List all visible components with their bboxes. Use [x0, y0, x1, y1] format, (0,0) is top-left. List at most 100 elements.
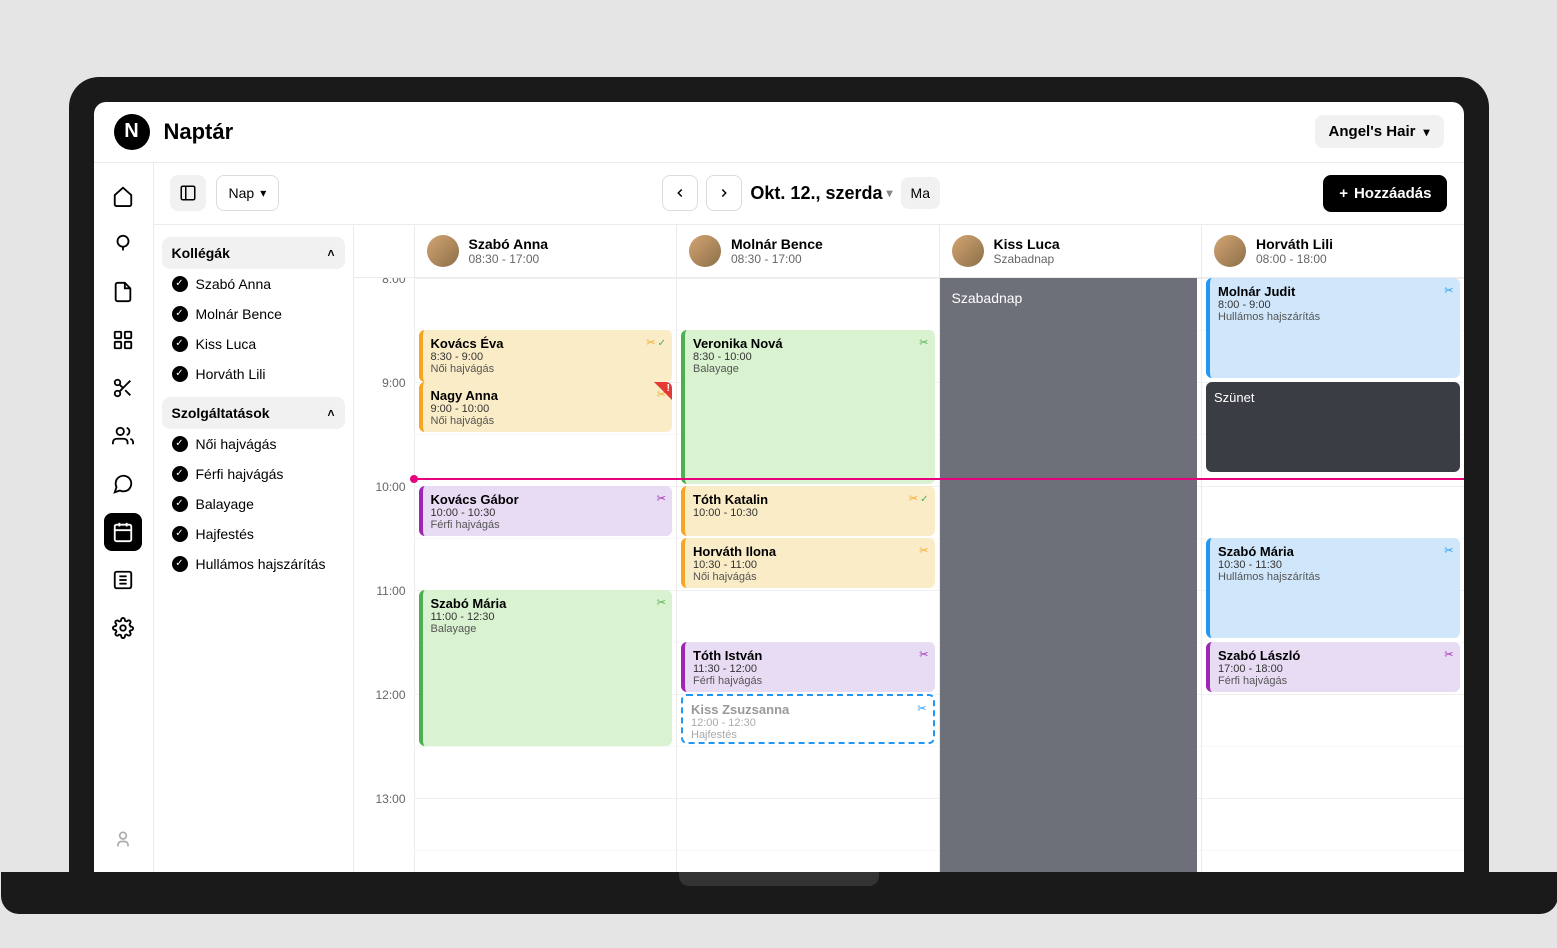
filter-item[interactable]: ✓ Női hajvágás — [162, 429, 345, 459]
appointment[interactable]: ✂Szabó László17:00 - 18:00Férfi hajvágás — [1206, 642, 1460, 692]
appointment-time: 9:00 - 10:00 — [431, 403, 665, 415]
filter-item[interactable]: ✓Balayage — [162, 489, 345, 519]
nav-scissors-icon[interactable] — [104, 369, 142, 407]
filter-item[interactable]: ✓Molnár Bence — [162, 299, 345, 329]
appointment-service: Női hajvágás — [431, 363, 665, 375]
scissors-icon: ✂ — [657, 492, 666, 505]
staff-header[interactable]: Kiss LucaSzabadnap — [939, 225, 1202, 277]
filter-label: Hullámos hajszárítás — [196, 556, 326, 572]
filter-label: Horváth Lili — [196, 366, 266, 382]
appointment[interactable]: ✂Molnár Judit8:00 - 9:00Hullámos hajszár… — [1206, 278, 1460, 378]
chevron-up-icon: ˄ — [327, 406, 334, 420]
appointment-time: 10:00 - 10:30 — [693, 507, 927, 519]
today-button[interactable]: Ma — [901, 177, 940, 209]
nav-calendar-icon[interactable] — [104, 513, 142, 551]
filter-item[interactable]: ✓ Férfi hajvágás — [162, 459, 345, 489]
prev-day-button[interactable] — [662, 175, 698, 211]
date-picker[interactable]: Okt. 12., szerda ▾ — [750, 183, 892, 204]
salon-selector[interactable]: Angel's Hair ▾ — [1315, 115, 1444, 148]
check-icon: ✓ — [172, 466, 188, 482]
chevron-down-icon: ▾ — [260, 186, 266, 200]
appointment-service: Balayage — [431, 623, 665, 635]
filter-item[interactable]: ✓Hajfestés — [162, 519, 345, 549]
staff-header[interactable]: Molnár Bence08:30 - 17:00 — [676, 225, 939, 277]
add-button[interactable]: + Hozzáadás — [1323, 175, 1447, 212]
appointment-service: Hullámos hajszárítás — [1218, 571, 1452, 583]
page-title: Naptár — [164, 119, 234, 145]
break-block[interactable]: Szünet — [1206, 382, 1460, 472]
appointment[interactable]: ✂✓Tóth Katalin10:00 - 10:30 — [681, 486, 935, 536]
nav-balloon-icon[interactable] — [104, 225, 142, 263]
appointment-client: Tóth Katalin — [693, 492, 927, 507]
appointment-time: 12:00 - 12:30 — [691, 717, 925, 729]
appointment[interactable]: ✂Nagy Anna9:00 - 10:00Női hajvágás — [419, 382, 673, 432]
scissors-icon: ✂ — [919, 336, 928, 349]
appointment-service: Női hajvágás — [431, 415, 665, 427]
hour-label: 8:00 — [382, 278, 405, 286]
view-label: Nap — [229, 185, 255, 201]
next-day-button[interactable] — [706, 175, 742, 211]
filter-label: Női hajvágás — [196, 436, 277, 452]
nav-grid-icon[interactable] — [104, 321, 142, 359]
appointment[interactable]: ✂Szabó Mária11:00 - 12:30Balayage — [419, 590, 673, 746]
staff-header[interactable]: Szabó Anna08:30 - 17:00 — [414, 225, 677, 277]
nav-chat-icon[interactable] — [104, 465, 142, 503]
nav-users-icon[interactable] — [104, 417, 142, 455]
calendar-column[interactable]: ✂Molnár Judit8:00 - 9:00Hullámos hajszár… — [1201, 278, 1464, 872]
filter-item[interactable]: ✓Szabó Anna — [162, 269, 345, 299]
appointment-client: Kiss Zsuzsanna — [691, 702, 925, 717]
calendar-column[interactable]: Szabadnap — [939, 278, 1202, 872]
nav-list-icon[interactable] — [104, 561, 142, 599]
nav-document-icon[interactable] — [104, 273, 142, 311]
filter-label: Kiss Luca — [196, 336, 257, 352]
calendar-column[interactable]: ✂✓Kovács Éva8:30 - 9:00Női hajvágás✂Nagy… — [414, 278, 677, 872]
plus-icon: + — [1339, 185, 1348, 202]
colleagues-toggle[interactable]: Kollégák ˄ — [162, 237, 345, 269]
check-icon: ✓ — [172, 436, 188, 452]
hour-label: 9:00 — [382, 376, 405, 390]
filter-item[interactable]: ✓Kiss Luca — [162, 329, 345, 359]
nav-profile-icon[interactable] — [104, 820, 142, 858]
appointment-time: 11:00 - 12:30 — [431, 611, 665, 623]
filter-item[interactable]: ✓Hullámos hajszárítás — [162, 549, 345, 579]
appointment-client: Kovács Éva — [431, 336, 665, 351]
calendar-column[interactable]: ✂Veronika Nová8:30 - 10:00Balayage✂✓Tóth… — [676, 278, 939, 872]
appointment[interactable]: ✂Tóth István11:30 - 12:00Férfi hajvágás — [681, 642, 935, 692]
staff-header[interactable]: Horváth Lili08:00 - 18:00 — [1201, 225, 1464, 277]
services-header: Szolgáltatások — [172, 405, 270, 421]
appointment-time: 8:30 - 9:00 — [431, 351, 665, 363]
appointment-time: 8:30 - 10:00 — [693, 351, 927, 363]
scissors-icon: ✂ — [657, 596, 666, 609]
nav-settings-icon[interactable] — [104, 609, 142, 647]
check-icon: ✓ — [172, 526, 188, 542]
chevron-down-icon: ▾ — [887, 186, 893, 200]
appointment[interactable]: ✂Veronika Nová8:30 - 10:00Balayage — [681, 330, 935, 484]
hour-label: 12:00 — [375, 688, 405, 702]
nav-home-icon[interactable] — [104, 177, 142, 215]
staff-hours: Szabadnap — [994, 252, 1060, 266]
staff-name: Molnár Bence — [731, 236, 823, 252]
colleagues-header: Kollégák — [172, 245, 230, 261]
staff-name: Szabó Anna — [469, 236, 549, 252]
appointment-client: Horváth Ilona — [693, 544, 927, 559]
services-toggle[interactable]: Szolgáltatások ˄ — [162, 397, 345, 429]
appointment[interactable]: ✂✓Kovács Éva8:30 - 9:00Női hajvágás — [419, 330, 673, 382]
scissors-icon: ✂✓ — [646, 336, 666, 349]
filter-item[interactable]: ✓Horváth Lili — [162, 359, 345, 389]
appointment-time: 11:30 - 12:00 — [693, 663, 927, 675]
appointment-time: 10:30 - 11:30 — [1218, 559, 1452, 571]
appointment[interactable]: ✂Szabó Mária10:30 - 11:30Hullámos hajszá… — [1206, 538, 1460, 638]
scissors-icon: ✂ — [1444, 284, 1453, 297]
appointment-client: Szabó Mária — [431, 596, 665, 611]
staff-name: Horváth Lili — [1256, 236, 1333, 252]
view-selector[interactable]: Nap ▾ — [216, 175, 280, 211]
appointment[interactable]: ✂Kovács Gábor10:00 - 10:30Férfi hajvágás — [419, 486, 673, 536]
appointment[interactable]: ✂Horváth Ilona10:30 - 11:00Női hajvágás — [681, 538, 935, 588]
appointment-client: Nagy Anna — [431, 388, 665, 403]
filter-label: Balayage — [196, 496, 254, 512]
appointment-service: Férfi hajvágás — [431, 519, 665, 531]
app-logo[interactable]: N — [114, 114, 150, 150]
panel-toggle-icon[interactable] — [170, 175, 206, 211]
appointment[interactable]: ✂Kiss Zsuzsanna12:00 - 12:30Hajfestés — [681, 694, 935, 744]
filter-label: Férfi hajvágás — [196, 466, 284, 482]
